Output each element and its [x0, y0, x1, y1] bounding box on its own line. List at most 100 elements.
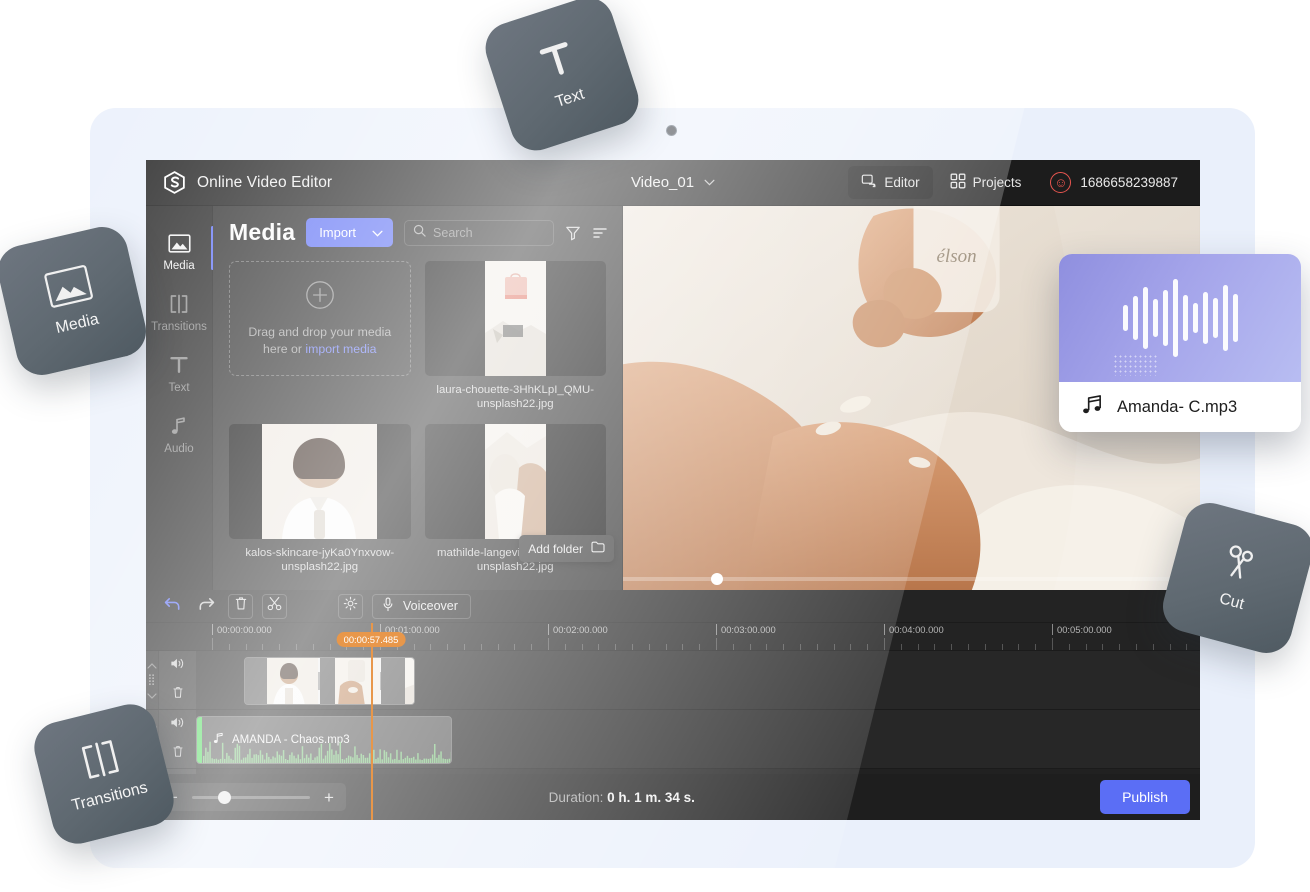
media-panel-header: Media Import	[213, 206, 622, 257]
sidebar-item-audio[interactable]: Audio	[146, 403, 213, 464]
delete-button[interactable]	[228, 593, 253, 619]
timeline: Voiceover 00:00:00.000 00:01:00.000 00:0…	[146, 590, 1200, 820]
search-icon	[413, 224, 426, 242]
ruler-tick-label: 00:02:00.000	[548, 624, 608, 635]
transitions-icon	[146, 292, 213, 316]
media-thumbnail	[424, 423, 606, 539]
duration-status: Duration: 0 h. 1 m. 34 s.	[549, 790, 695, 805]
zoom-slider-knob[interactable]	[218, 790, 231, 804]
webcam-dot	[666, 125, 677, 136]
floating-card-text-label: Text	[553, 85, 587, 111]
speaker-icon[interactable]	[170, 716, 185, 734]
playhead-time-chip[interactable]: 00:00:57.485	[336, 632, 406, 647]
user-menu[interactable]: ☺ 1686658239887	[1038, 166, 1186, 199]
zoom-slider[interactable]	[192, 790, 310, 804]
cut-button[interactable]	[262, 593, 287, 619]
add-folder-button[interactable]: Add folder	[519, 535, 614, 562]
chevron-up-icon[interactable]	[147, 656, 157, 674]
timeline-ruler[interactable]: 00:00:00.000 00:01:00.000 00:02:00.000 0…	[146, 623, 1200, 651]
track-expand-controls: ⣿	[146, 651, 158, 709]
waveform-bar	[1162, 290, 1168, 346]
video-clip[interactable]	[244, 657, 415, 705]
floating-card-cut-label: Cut	[1217, 590, 1246, 614]
media-dropzone[interactable]: Drag and drop your media here or import …	[229, 261, 411, 376]
preview-scrubber-handle[interactable]	[711, 573, 723, 585]
drag-grip-icon[interactable]: ⣿	[147, 674, 156, 685]
waveform-bar	[1142, 287, 1148, 349]
redo-button[interactable]	[194, 594, 219, 619]
chevron-down-icon[interactable]	[147, 686, 157, 704]
audio-clip-edge	[197, 717, 202, 763]
media-panel: Media Import Search Drag and drop your m…	[213, 206, 623, 590]
sidebar-item-transitions[interactable]: Transitions	[146, 281, 213, 342]
search-input[interactable]	[433, 225, 545, 240]
app-body: Media Transitions Text Audio Media Impor…	[146, 206, 1200, 590]
video-editor-app: Online Video Editor Video_01 Editor Proj…	[146, 160, 1200, 820]
ruler-tick-label: 00:03:00.000	[716, 624, 776, 635]
zoom-in-button[interactable]: +	[314, 783, 344, 811]
sidebar-item-text-label: Text	[168, 382, 190, 394]
timeline-toolbar: Voiceover	[146, 590, 1200, 623]
import-media-link[interactable]: import media	[305, 342, 376, 356]
redo-arrow-icon	[198, 596, 215, 616]
import-button-label: Import	[319, 225, 357, 240]
scissors-icon	[1217, 540, 1265, 591]
page-title: Media	[229, 219, 296, 245]
text-t-icon	[146, 353, 213, 377]
track-audio: ⣿	[146, 710, 1200, 769]
undo-arrow-icon	[164, 596, 181, 616]
track-actions	[158, 651, 196, 709]
sort-lines-icon[interactable]	[592, 225, 608, 241]
duration-value: 0 h. 1 m. 34 s.	[607, 789, 695, 805]
settings-button[interactable]	[338, 593, 363, 619]
trash-icon	[234, 596, 248, 616]
sidebar-item-text[interactable]: Text	[146, 342, 213, 403]
waveform-bar	[1192, 303, 1198, 333]
tab-projects[interactable]: Projects	[937, 166, 1035, 199]
bottom-bar: − + Duration: 0 h. 1 m. 34 s. Publish	[146, 774, 1200, 820]
tab-editor[interactable]: Editor	[848, 166, 933, 199]
audio-card-artwork	[1059, 254, 1301, 382]
undo-button[interactable]	[160, 594, 185, 619]
chevron-down-icon	[372, 225, 383, 240]
image-icon	[146, 231, 213, 255]
top-right-group: Editor Projects ☺ 1686658239887	[848, 166, 1200, 199]
floating-audio-card[interactable]: Amanda- C.mp3	[1059, 254, 1301, 432]
media-thumbnail	[229, 423, 411, 539]
publish-button[interactable]: Publish	[1100, 780, 1190, 814]
media-item-name: kalos-skincare-jyKa0Ynxvow-unsplash22.jp…	[245, 546, 395, 573]
preview-scrubber[interactable]	[623, 573, 1200, 585]
tab-projects-label: Projects	[972, 175, 1022, 190]
image-icon	[43, 264, 95, 314]
left-rail: Media Transitions Text Audio	[146, 206, 214, 590]
project-name-dropdown[interactable]: Video_01	[583, 174, 763, 191]
waveform-bar	[1172, 279, 1178, 357]
waveform-bar	[1182, 295, 1188, 341]
sidebar-item-audio-label: Audio	[164, 443, 194, 455]
audio-clip[interactable]: AMANDA - Chaos.mp3	[196, 716, 452, 764]
search-box[interactable]	[404, 219, 554, 246]
voiceover-button[interactable]: Voiceover	[372, 593, 471, 619]
brand: Online Video Editor	[146, 170, 332, 195]
trash-icon[interactable]	[172, 745, 184, 763]
track-lane-audio[interactable]: AMANDA - Chaos.mp3	[196, 710, 1200, 768]
trash-icon[interactable]	[172, 686, 184, 704]
zoom-control: − +	[156, 783, 346, 811]
filter-funnel-icon[interactable]	[565, 225, 581, 241]
import-button[interactable]: Import	[306, 218, 394, 247]
waveform-bar	[1122, 305, 1128, 331]
sidebar-item-media[interactable]: Media	[146, 220, 214, 281]
audio-card-filename: Amanda- C.mp3	[1117, 397, 1238, 416]
media-item[interactable]: kalos-skincare-jyKa0Ynxvow-unsplash22.jp…	[229, 423, 411, 575]
speaker-icon[interactable]	[170, 657, 185, 675]
waveform-bar	[1152, 299, 1158, 337]
music-note-icon	[146, 414, 213, 438]
track-lane-video[interactable]	[196, 651, 1200, 709]
dropzone-text: Drag and drop your media here or import …	[230, 324, 410, 357]
media-item[interactable]: laura-chouette-3HhKLpI_QMU-unsplash22.jp…	[424, 261, 606, 412]
floating-card-transitions-label: Transitions	[69, 779, 150, 815]
folder-icon	[591, 541, 605, 556]
duration-label: Duration:	[548, 789, 608, 805]
sidebar-item-media-label: Media	[163, 260, 195, 272]
text-t-icon	[532, 35, 584, 90]
